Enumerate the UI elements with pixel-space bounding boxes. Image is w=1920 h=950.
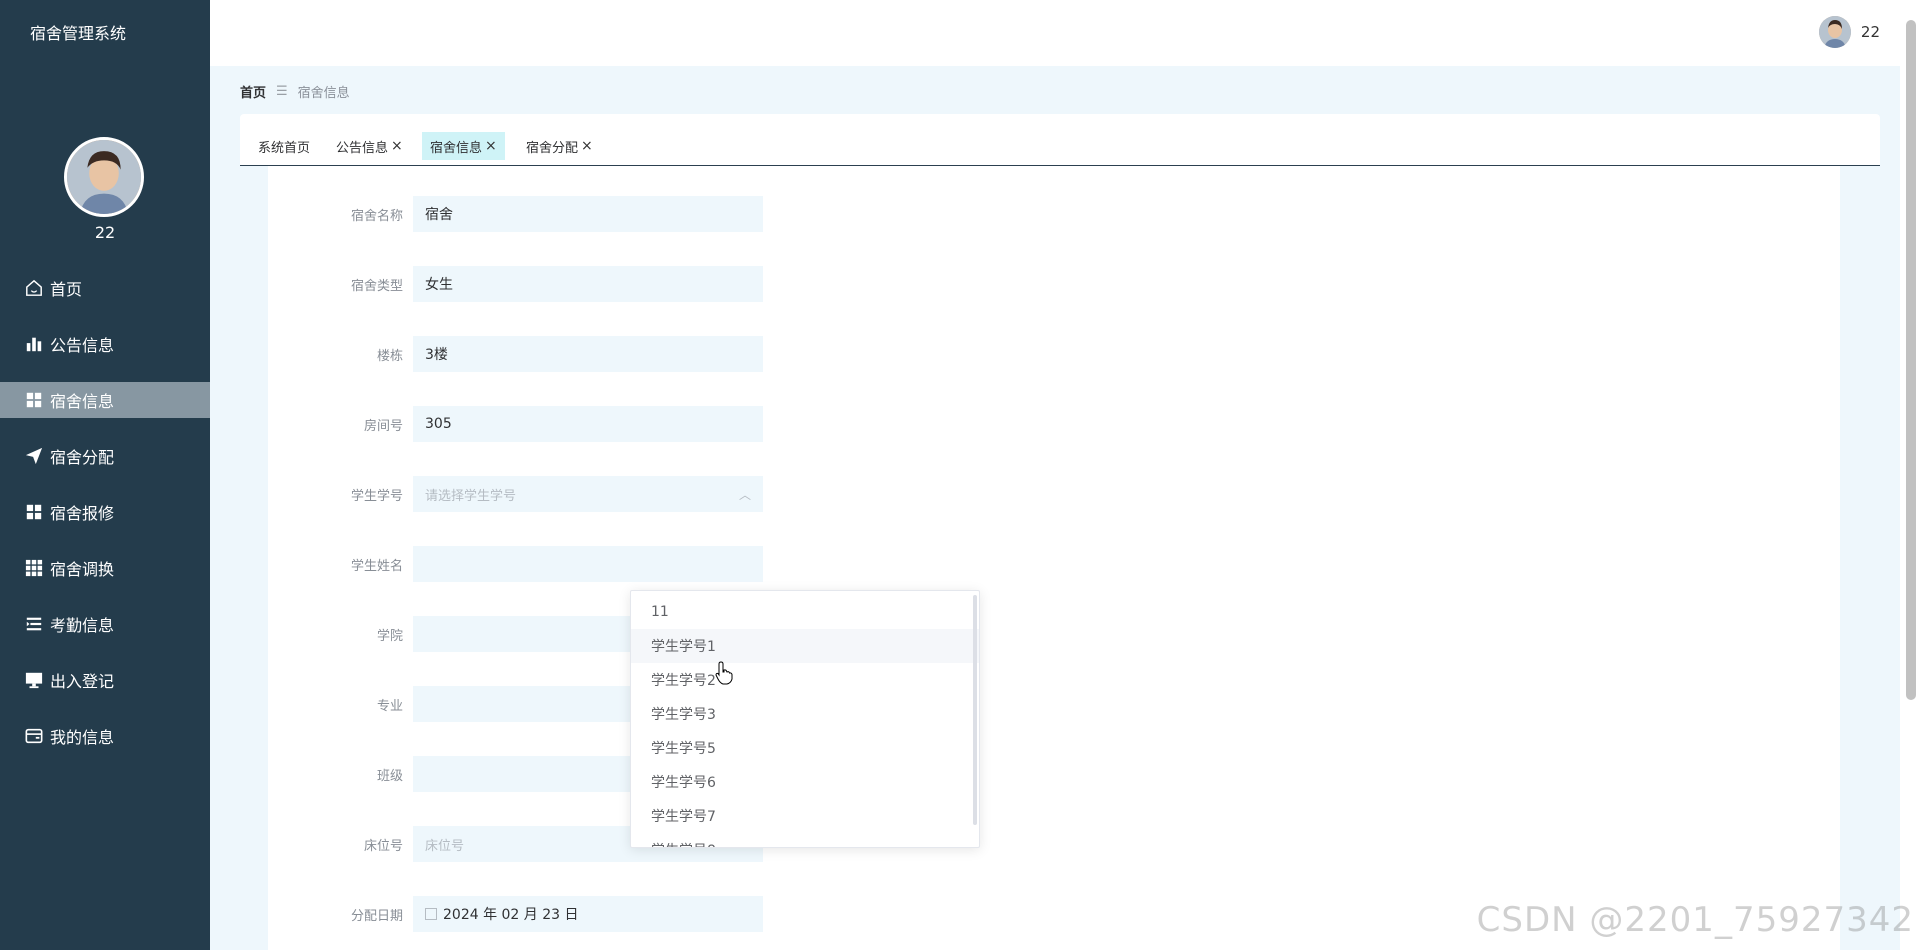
- student-id-select[interactable]: 请选择学生学号 ︿: [413, 476, 763, 512]
- date-value: 2024 年 02 月 23 日: [443, 907, 579, 923]
- form-row-student-name: 学生姓名: [268, 546, 763, 582]
- header-user-menu[interactable]: 22: [1818, 16, 1880, 48]
- form-label: 分配日期: [350, 908, 403, 924]
- sidebar-item-label: 首页: [50, 280, 83, 299]
- form-row-building: 楼栋 3楼: [268, 336, 763, 372]
- student-name-field[interactable]: [413, 546, 763, 582]
- system-title: 宿舍管理系统: [30, 24, 127, 43]
- apps-icon: [24, 558, 44, 578]
- grid-icon: [24, 390, 44, 410]
- tab-label: 公告信息: [336, 140, 389, 156]
- sidebar-avatar[interactable]: [64, 137, 144, 217]
- dropdown-option[interactable]: 学生学号5: [631, 731, 979, 765]
- watermark: CSDN @2201_75927342: [1476, 900, 1914, 940]
- hand-pointer-icon: [715, 661, 733, 685]
- tab-notices[interactable]: 公告信息 ×: [328, 132, 411, 160]
- form-label: 学生学号: [350, 488, 403, 504]
- select-placeholder: 请选择学生学号: [425, 488, 517, 504]
- sidebar-item-label: 我的信息: [50, 728, 115, 747]
- wallet-icon: [24, 726, 44, 746]
- form-label: 班级: [376, 768, 403, 784]
- sidebar-item-label: 考勤信息: [50, 616, 115, 635]
- monitor-icon: [24, 670, 44, 690]
- list-icon: [24, 614, 44, 634]
- sidebar-item-label: 出入登记: [50, 672, 115, 691]
- breadcrumb: 首页 ☰ 宿舍信息: [240, 82, 350, 101]
- tabs-bar: 系统首页 公告信息 × 宿舍信息 × 宿舍分配 ×: [240, 114, 1880, 166]
- dorm-name-field[interactable]: 宿舍: [413, 196, 763, 232]
- dropdown-scrollbar[interactable]: [973, 595, 977, 825]
- sidebar-item-dorm-assign[interactable]: 宿舍分配: [0, 438, 210, 474]
- dropdown-option[interactable]: 学生学号7: [631, 799, 979, 833]
- dropdown-option[interactable]: 学生学号3: [631, 697, 979, 731]
- breadcrumb-current: 宿舍信息: [297, 86, 350, 101]
- tab-label: 宿舍分配: [526, 140, 579, 156]
- header-avatar[interactable]: [1818, 16, 1851, 48]
- form-row-student-id: 学生学号 请选择学生学号 ︿: [268, 476, 763, 512]
- student-id-dropdown: 11 学生学号1 学生学号2 学生学号3 学生学号5 学生学号6 学生学号7 学…: [630, 590, 980, 848]
- top-header: 22: [210, 0, 1900, 66]
- tab-label: 宿舍信息: [430, 140, 483, 156]
- room-number-field[interactable]: 305: [413, 406, 763, 442]
- sidebar-user-name: 22: [94, 223, 116, 242]
- sidebar-item-dorm-swap[interactable]: 宿舍调换: [0, 550, 210, 586]
- send-icon: [24, 446, 44, 466]
- main-area: 首页 ☰ 宿舍信息 系统首页 公告信息 × 宿舍信息 × 宿舍分配 × 宿舍名称…: [210, 66, 1900, 950]
- assign-date-picker[interactable]: 2024 年 02 月 23 日: [413, 896, 763, 932]
- form-label: 房间号: [363, 418, 403, 434]
- sidebar-item-attendance[interactable]: 考勤信息: [0, 606, 210, 642]
- form-row-assign-date: 分配日期 2024 年 02 月 23 日: [268, 896, 763, 932]
- grid-icon: [24, 502, 44, 522]
- form-label: 专业: [376, 698, 403, 714]
- form-label: 床位号: [363, 838, 403, 854]
- sidebar-item-label: 宿舍信息: [50, 392, 115, 411]
- tab-system-home[interactable]: 系统首页: [250, 132, 318, 160]
- tab-label: 系统首页: [258, 140, 311, 156]
- sidebar-item-label: 宿舍分配: [50, 448, 115, 467]
- tab-dorm-assign[interactable]: 宿舍分配 ×: [518, 132, 601, 160]
- dropdown-option[interactable]: 学生学号2: [631, 663, 979, 697]
- dropdown-option[interactable]: 11: [631, 595, 979, 629]
- dropdown-options: 11 学生学号1 学生学号2 学生学号3 学生学号5 学生学号6 学生学号7 学…: [631, 591, 979, 847]
- breadcrumb-separator-icon: ☰: [276, 84, 288, 99]
- bar-chart-icon: [24, 334, 44, 354]
- sidebar-item-dorm-info[interactable]: 宿舍信息: [0, 382, 210, 418]
- form-label: 楼栋: [376, 348, 403, 364]
- tab-dorm-info[interactable]: 宿舍信息 ×: [422, 132, 505, 160]
- page-scrollbar[interactable]: [1906, 20, 1916, 700]
- dropdown-option[interactable]: 学生学号1: [631, 629, 979, 663]
- close-icon[interactable]: ×: [391, 138, 403, 154]
- close-icon[interactable]: ×: [485, 138, 497, 154]
- sidebar-item-label: 宿舍报修: [50, 504, 115, 523]
- calendar-icon: [425, 908, 437, 920]
- sidebar-item-label: 公告信息: [50, 336, 115, 355]
- form-row-dorm-type: 宿舍类型 女生: [268, 266, 763, 302]
- form-label: 学院: [376, 628, 403, 644]
- sidebar-item-home[interactable]: 首页: [0, 270, 210, 306]
- form-row-room: 房间号 305: [268, 406, 763, 442]
- chevron-up-icon: ︿: [738, 487, 751, 502]
- form-label: 宿舍类型: [350, 278, 403, 294]
- sidebar-item-label: 宿舍调换: [50, 560, 115, 579]
- close-icon[interactable]: ×: [581, 138, 593, 154]
- form-row-dorm-name: 宿舍名称 宿舍: [268, 196, 763, 232]
- form-panel: 宿舍名称 宿舍 宿舍类型 女生 楼栋 3楼 房间号 305 学生学号 请选择学生…: [268, 166, 1840, 950]
- dropdown-option[interactable]: 学生学号6: [631, 765, 979, 799]
- building-field[interactable]: 3楼: [413, 336, 763, 372]
- form-label: 宿舍名称: [350, 208, 403, 224]
- sidebar: 宿舍管理系统 22 首页 公告信息 宿舍信息 宿舍分配 宿舍报修 宿舍调换 考勤…: [0, 0, 210, 950]
- home-icon: [24, 278, 44, 298]
- sidebar-item-my-info[interactable]: 我的信息: [0, 718, 210, 754]
- sidebar-item-entry-log[interactable]: 出入登记: [0, 662, 210, 698]
- breadcrumb-home[interactable]: 首页: [240, 82, 266, 101]
- sidebar-menu: 首页 公告信息 宿舍信息 宿舍分配 宿舍报修 宿舍调换 考勤信息 出入登记 我的…: [0, 270, 210, 774]
- header-user-name: 22: [1860, 23, 1880, 41]
- sidebar-item-dorm-repair[interactable]: 宿舍报修: [0, 494, 210, 530]
- form-label: 学生姓名: [350, 558, 403, 574]
- dropdown-option[interactable]: 学生学号8: [631, 833, 979, 847]
- sidebar-item-notices[interactable]: 公告信息: [0, 326, 210, 362]
- dorm-type-field[interactable]: 女生: [413, 266, 763, 302]
